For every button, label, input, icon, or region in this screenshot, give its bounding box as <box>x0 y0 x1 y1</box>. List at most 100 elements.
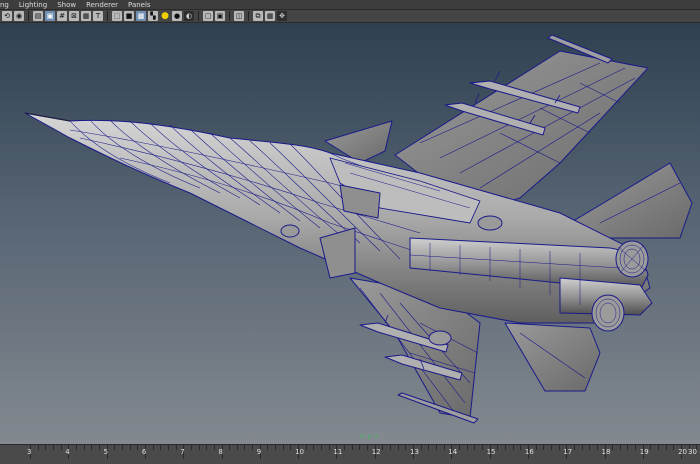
timeline-minor-tick <box>175 445 177 450</box>
timeline-tick-label: 8 <box>218 448 223 456</box>
timeline-minor-tick <box>581 445 583 450</box>
timeline-minor-tick <box>229 445 231 450</box>
smooth-shade-icon[interactable]: ■ <box>124 11 134 21</box>
bookmark-icon[interactable]: ▤ <box>33 11 43 21</box>
timeline-minor-tick <box>512 445 514 450</box>
timeline-minor-tick <box>167 445 169 450</box>
timeline-minor-tick <box>244 445 246 450</box>
timeline-minor-tick <box>121 445 123 450</box>
timeline-minor-tick <box>52 445 54 450</box>
timeline-tick-label: 20 <box>678 448 688 456</box>
menu-shading[interactable]: ng <box>0 0 14 10</box>
timeline-minor-tick <box>313 445 315 450</box>
shadows-icon[interactable]: ● <box>172 11 182 21</box>
ambient-occlusion-icon[interactable]: ◐ <box>184 11 194 21</box>
wireframe-on-shaded-icon[interactable]: ▩ <box>136 11 146 21</box>
timeline-tick-label: 17 <box>563 448 573 456</box>
timeline-minor-tick <box>190 445 192 450</box>
timeline-minor-tick <box>160 445 162 450</box>
timeline-minor-tick <box>60 445 62 450</box>
timeline-tick-label: 15 <box>486 448 496 456</box>
menu-show[interactable]: Show <box>52 0 81 10</box>
timeline-tick-label: 10 <box>295 448 305 456</box>
timeline-minor-tick <box>550 445 552 450</box>
timeline-end-label: 30 <box>688 448 697 456</box>
timeline-tick-label: 5 <box>103 448 109 456</box>
resolution-gate-icon[interactable]: ▦ <box>81 11 91 21</box>
timeline-minor-tick <box>428 445 430 450</box>
timeline-minor-tick <box>405 445 407 450</box>
lower-stabilizer <box>504 322 601 392</box>
perspective-viewport[interactable]: x·y·z <box>0 23 700 444</box>
timeline-minor-tick <box>504 445 506 450</box>
timeline-minor-tick <box>520 445 522 450</box>
film-gate-icon[interactable]: ⊠ <box>69 11 79 21</box>
camera-tumble-icon[interactable]: ⟲ <box>2 11 12 21</box>
timeline-ruler[interactable]: 3 4 5 6 7 8 9 10 11 12 13 14 15 16 17 18 19 20 30 <box>0 445 700 464</box>
timeline-minor-tick <box>458 445 460 450</box>
timeline-minor-tick <box>619 445 621 450</box>
timeline-tick-label: 13 <box>410 448 419 456</box>
use-all-lights-icon[interactable]: ● <box>160 11 170 21</box>
timeline-minor-tick <box>129 445 131 450</box>
timeline-minor-tick <box>114 445 116 450</box>
timeline-minor-tick <box>535 445 537 450</box>
timeline-tick-label: 19 <box>639 448 649 456</box>
wireframe-icon[interactable]: ⬚ <box>112 11 122 21</box>
timeline-minor-tick <box>83 445 85 450</box>
pylon-lower <box>428 330 452 346</box>
camera-attrs-icon[interactable]: ◉ <box>14 11 24 21</box>
timeline-minor-tick <box>390 445 392 450</box>
timeline-minor-tick <box>665 445 667 450</box>
timeline-minor-tick <box>435 445 437 450</box>
menu-renderer[interactable]: Renderer <box>81 0 123 10</box>
timeline-tick-label: 12 <box>371 448 381 456</box>
pylon-upper <box>477 215 503 231</box>
timeline-minor-tick <box>91 445 93 450</box>
menu-lighting[interactable]: Lighting <box>14 0 52 10</box>
timeline-tick-label: 6 <box>141 448 147 456</box>
timeline-minor-tick <box>344 445 346 450</box>
timeline-minor-tick <box>466 445 468 450</box>
timeline-minor-tick <box>98 445 100 450</box>
safe-action-icon[interactable]: T <box>93 11 103 21</box>
menu-panels[interactable]: Panels <box>123 0 156 10</box>
timeline-tick-label: 16 <box>524 448 534 456</box>
timeline-minor-tick <box>443 445 445 450</box>
xray-joints-icon[interactable]: ▣ <box>215 11 225 21</box>
timeline-minor-tick <box>612 445 614 450</box>
timeline-tick-label: 3 <box>27 448 32 456</box>
timeline-minor-tick <box>573 445 575 450</box>
xray-active-icon[interactable]: ⧉ <box>253 11 263 21</box>
image-plane-icon[interactable]: ▣ <box>45 11 55 21</box>
timeline-minor-tick <box>137 445 139 450</box>
timeline-tick-label: 4 <box>65 448 70 456</box>
timeline-minor-tick <box>213 445 215 450</box>
viewport-toolbar: ⟲ ◉ ▤ ▣ # ⊠ ▦ T ⬚ ■ ▩ ▚ ● ● ◐ ▢ ▣ ◫ ⧉ ▦ ✥ <box>0 10 700 23</box>
timeline-minor-tick <box>627 445 629 450</box>
timeline-minor-tick <box>305 445 307 450</box>
timeline-tick-label: 9 <box>256 448 262 456</box>
timeline-minor-tick <box>367 445 369 450</box>
timeline-minor-tick <box>673 445 675 450</box>
timeline-minor-tick <box>290 445 292 450</box>
timeline-tick-label: 11 <box>333 448 343 456</box>
time-slider[interactable]: 3 4 5 6 7 8 9 10 11 12 13 14 15 16 17 18 19 20 30 <box>0 444 700 464</box>
timeline-minor-tick <box>351 445 353 450</box>
timeline-minor-tick <box>198 445 200 450</box>
xray-icon[interactable]: ▢ <box>203 11 213 21</box>
isolate-select-icon[interactable]: ◫ <box>234 11 244 21</box>
move-tool-icon[interactable]: ✥ <box>277 11 287 21</box>
grid-icon[interactable]: # <box>57 11 67 21</box>
timeline-tick-label: 7 <box>180 448 185 456</box>
timeline-minor-tick <box>382 445 384 450</box>
timeline-tick-label: 14 <box>448 448 458 456</box>
timeline-minor-tick <box>497 445 499 450</box>
timeline-minor-tick <box>37 445 39 450</box>
timeline-minor-tick <box>543 445 545 450</box>
textured-icon[interactable]: ▚ <box>148 11 158 21</box>
timeline-minor-tick <box>152 445 154 450</box>
camera-icon[interactable]: ▦ <box>265 11 275 21</box>
jet-model[interactable]: x·y·z <box>0 23 700 444</box>
timeline-minor-tick <box>474 445 476 450</box>
